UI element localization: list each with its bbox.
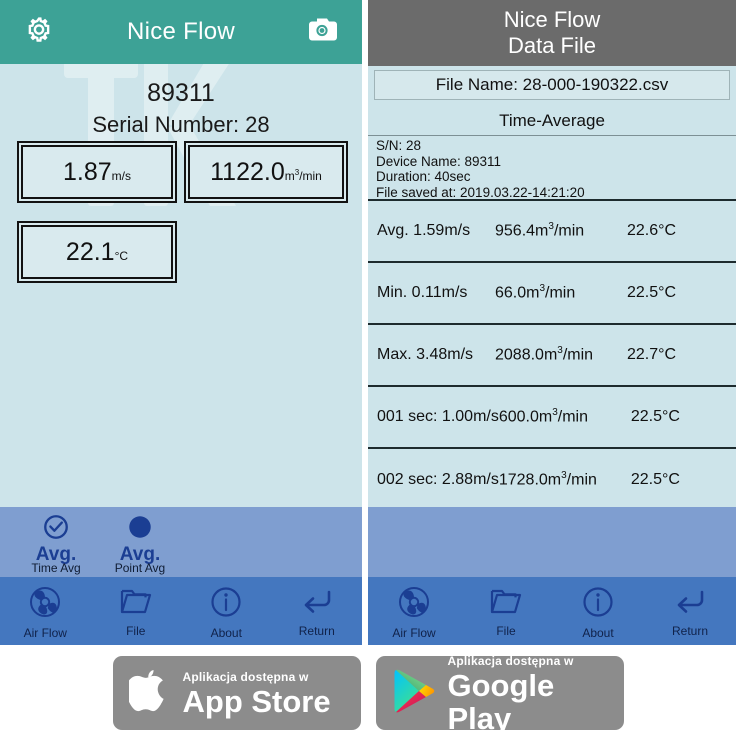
table-row[interactable]: 001 sec: 1.00m/s 600.0m3/min 22.5°C <box>368 387 736 449</box>
nav-item-about[interactable]: About <box>181 577 272 640</box>
google-play-text: Aplikacja dostępna w Google Play <box>448 652 624 735</box>
fan-icon <box>396 584 432 625</box>
time-avg-label: Time Avg <box>31 561 81 575</box>
temperature-value: 22.1 <box>65 237 115 266</box>
left-phone-panel: Nice Flow 89311 Serial Number: 28 1.87m/… <box>0 0 362 645</box>
right-header-line2: Data File <box>507 33 597 58</box>
google-play-logo-icon <box>392 667 436 720</box>
average-mode-bar: Avg. Time Avg Avg. Point Avg <box>0 507 362 577</box>
google-play-title: Google Play <box>447 667 555 736</box>
air-speed-value: 1.87 <box>62 157 112 186</box>
nav-item-return[interactable]: Return <box>272 577 363 638</box>
air-speed-unit: m/s <box>111 168 131 183</box>
row-flow: 1728.0m3/min <box>498 470 597 489</box>
nav-label-return: Return <box>671 624 709 638</box>
table-row[interactable]: Avg. 1.59m/s 956.4m3/min 22.6°C <box>368 201 736 263</box>
row-temp: 22.7°C <box>627 346 677 363</box>
left-bottom-nav: Air Flow File About Return <box>0 577 362 645</box>
table-row[interactable]: 002 sec: 2.88m/s 1728.0m3/min 22.5°C <box>368 449 736 511</box>
folder-icon <box>488 584 524 623</box>
time-avg-option[interactable]: Avg. Time Avg <box>10 513 102 575</box>
row-label: Min. 0.11m/s <box>377 284 468 301</box>
row-label: 001 sec: 1.00m/s <box>377 408 499 425</box>
meta-duration: Duration: 40sec <box>376 169 471 184</box>
temperature-unit: °C <box>114 248 129 263</box>
nav-label-air-flow: Air Flow <box>23 626 67 640</box>
nav-label-return: Return <box>298 624 335 638</box>
file-metadata: S/N: 28 Device Name: 89311 Duration: 40s… <box>368 135 736 201</box>
right-bottom-nav: Air Flow File About Return <box>368 577 736 645</box>
point-avg-label: Point Avg <box>114 561 166 575</box>
nav-label-file: File <box>496 624 516 638</box>
right-body: File Name: 28-000-190322.csv Time-Averag… <box>368 66 736 507</box>
nav-label-file: File <box>126 624 146 638</box>
page-title: Nice Flow <box>126 18 236 45</box>
volume-flow-readout[interactable]: 1122.0m3/min <box>188 145 344 199</box>
app-store-badge[interactable]: Aplikacja dostępna w App Store <box>112 656 361 730</box>
device-name: 89311 <box>147 79 215 107</box>
air-speed-readout[interactable]: 1.87m/s <box>21 145 173 199</box>
screenshot-stage: Nice Flow 89311 Serial Number: 28 1.87m/… <box>0 0 736 736</box>
left-header: Nice Flow <box>0 0 362 64</box>
left-body: 89311 Serial Number: 28 1.87m/s 1122.0m3… <box>0 64 362 507</box>
app-store-text: Aplikacja dostępna w App Store <box>183 668 331 718</box>
volume-flow-value: 1122.0 <box>210 157 285 186</box>
section-title: Time-Average <box>368 106 736 136</box>
point-avg-option[interactable]: Avg. Point Avg <box>94 513 186 575</box>
check-circle-icon <box>42 515 70 545</box>
app-store-subtitle: Aplikacja dostępna w <box>182 670 309 684</box>
table-row[interactable]: Max. 3.48m/s 2088.0m3/min 22.7°C <box>368 325 736 387</box>
row-flow: 600.0m3/min <box>498 407 589 426</box>
info-icon <box>580 584 616 625</box>
info-icon <box>208 584 244 625</box>
table-row[interactable]: Min. 0.11m/s 66.0m3/min 22.5°C <box>368 263 736 325</box>
right-phone-panel: Nice Flow Data File File Name: 28-000-19… <box>368 0 736 645</box>
app-store-title: App Store <box>182 684 331 719</box>
return-arrow-icon <box>299 584 335 623</box>
store-badges: Aplikacja dostępna w App Store Aplikacja… <box>0 650 736 736</box>
return-arrow-icon <box>672 584 708 623</box>
row-temp: 22.5°C <box>630 408 680 425</box>
filled-circle-icon <box>126 516 154 545</box>
nav-item-return[interactable]: Return <box>644 577 736 638</box>
row-flow: 2088.0m3/min <box>495 345 594 364</box>
gear-icon[interactable] <box>24 15 54 50</box>
apple-logo-icon <box>125 666 171 721</box>
file-name-field[interactable]: File Name: 28-000-190322.csv <box>374 70 730 100</box>
row-flow: 956.4m3/min <box>495 221 585 240</box>
temperature-readout[interactable]: 22.1°C <box>21 225 173 279</box>
google-play-badge[interactable]: Aplikacja dostępna w Google Play <box>375 654 624 735</box>
right-header: Nice Flow Data File <box>368 0 736 66</box>
nav-label-air-flow: Air Flow <box>392 626 436 640</box>
row-label: 002 sec: 2.88m/s <box>377 471 499 488</box>
nav-label-about: About <box>582 626 614 640</box>
meta-serial: S/N: 28 <box>376 138 422 153</box>
folder-icon <box>118 584 154 623</box>
nav-item-air-flow[interactable]: Air Flow <box>368 577 460 640</box>
row-flow: 66.0m3/min <box>495 283 576 302</box>
nav-item-air-flow[interactable]: Air Flow <box>0 577 91 640</box>
meta-device-name: Device Name: 89311 <box>376 153 502 169</box>
serial-number-label: Serial Number: 28 <box>92 112 270 137</box>
row-label: Max. 3.48m/s <box>377 346 474 363</box>
fan-icon <box>27 584 63 625</box>
meta-saved-at: File saved at: 2019.03.22-14:21:20 <box>376 184 585 200</box>
volume-flow-unit: m3/min <box>284 167 322 183</box>
nav-label-about: About <box>210 626 242 640</box>
row-temp: 22.6°C <box>627 222 677 239</box>
nav-item-file[interactable]: File <box>460 577 552 638</box>
right-filler-bar <box>368 507 736 577</box>
row-temp: 22.5°C <box>627 284 677 301</box>
row-temp: 22.5°C <box>630 471 680 488</box>
camera-icon[interactable] <box>306 16 338 49</box>
nav-item-about[interactable]: About <box>552 577 644 640</box>
nav-item-file[interactable]: File <box>91 577 182 638</box>
right-header-line1: Nice Flow <box>503 7 601 32</box>
time-avg-title: Avg. <box>35 544 77 565</box>
row-label: Avg. 1.59m/s <box>377 222 471 239</box>
point-avg-title: Avg. <box>119 544 161 565</box>
google-play-subtitle: Aplikacja dostępna w <box>447 653 574 668</box>
